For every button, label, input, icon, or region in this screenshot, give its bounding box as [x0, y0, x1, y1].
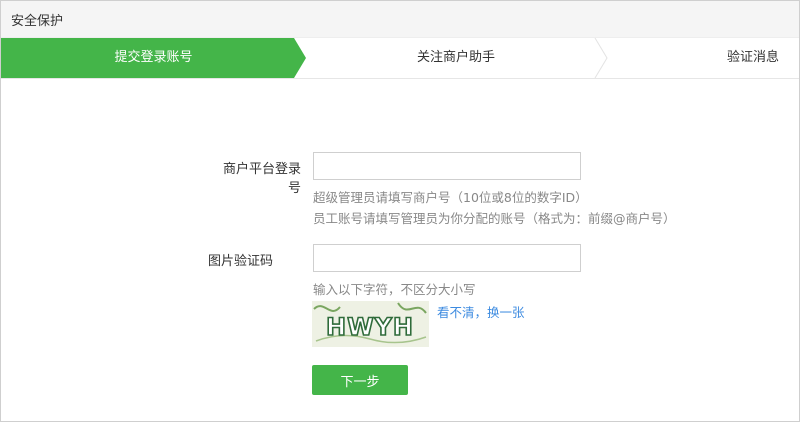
- captcha-label: 图片验证码: [207, 254, 273, 269]
- account-input[interactable]: [313, 152, 581, 180]
- step-submit-account: 提交登录账号: [1, 38, 306, 78]
- captcha-refresh-link[interactable]: 看不清，换一张: [437, 302, 525, 321]
- account-hint-staff: 员工账号请填写管理员为你分配的账号（格式为：前缀@商户号）: [313, 211, 676, 226]
- step-label: 验证消息: [726, 50, 779, 65]
- step-follow-assistant: 关注商户助手: [306, 38, 606, 78]
- account-label: 商户平台登录号: [222, 162, 301, 196]
- captcha-input[interactable]: [313, 244, 581, 272]
- panel-title-text: 安全保护: [11, 13, 64, 29]
- captcha-image[interactable]: HWYH: [312, 301, 429, 347]
- panel-title: 安全保护: [1, 1, 799, 38]
- step-label: 提交登录账号: [114, 50, 193, 65]
- step-progress-bar: 提交登录账号 关注商户助手 验证消息: [1, 38, 799, 79]
- step-label: 关注商户助手: [416, 50, 495, 65]
- next-button[interactable]: 下一步: [312, 365, 408, 395]
- captcha-hint: 输入以下字符，不区分大小写: [313, 282, 476, 297]
- security-panel: 安全保护 提交登录账号 关注商户助手 验证消息 商户平台登录号 超级管理员请填写…: [0, 0, 800, 422]
- captcha-graphic: HWYH: [312, 301, 429, 347]
- step-verify-message: 验证消息: [606, 38, 799, 78]
- captcha-text: HWYH: [326, 313, 414, 341]
- account-hint-admin: 超级管理员请填写商户号（10位或8位的数字ID）: [313, 190, 588, 205]
